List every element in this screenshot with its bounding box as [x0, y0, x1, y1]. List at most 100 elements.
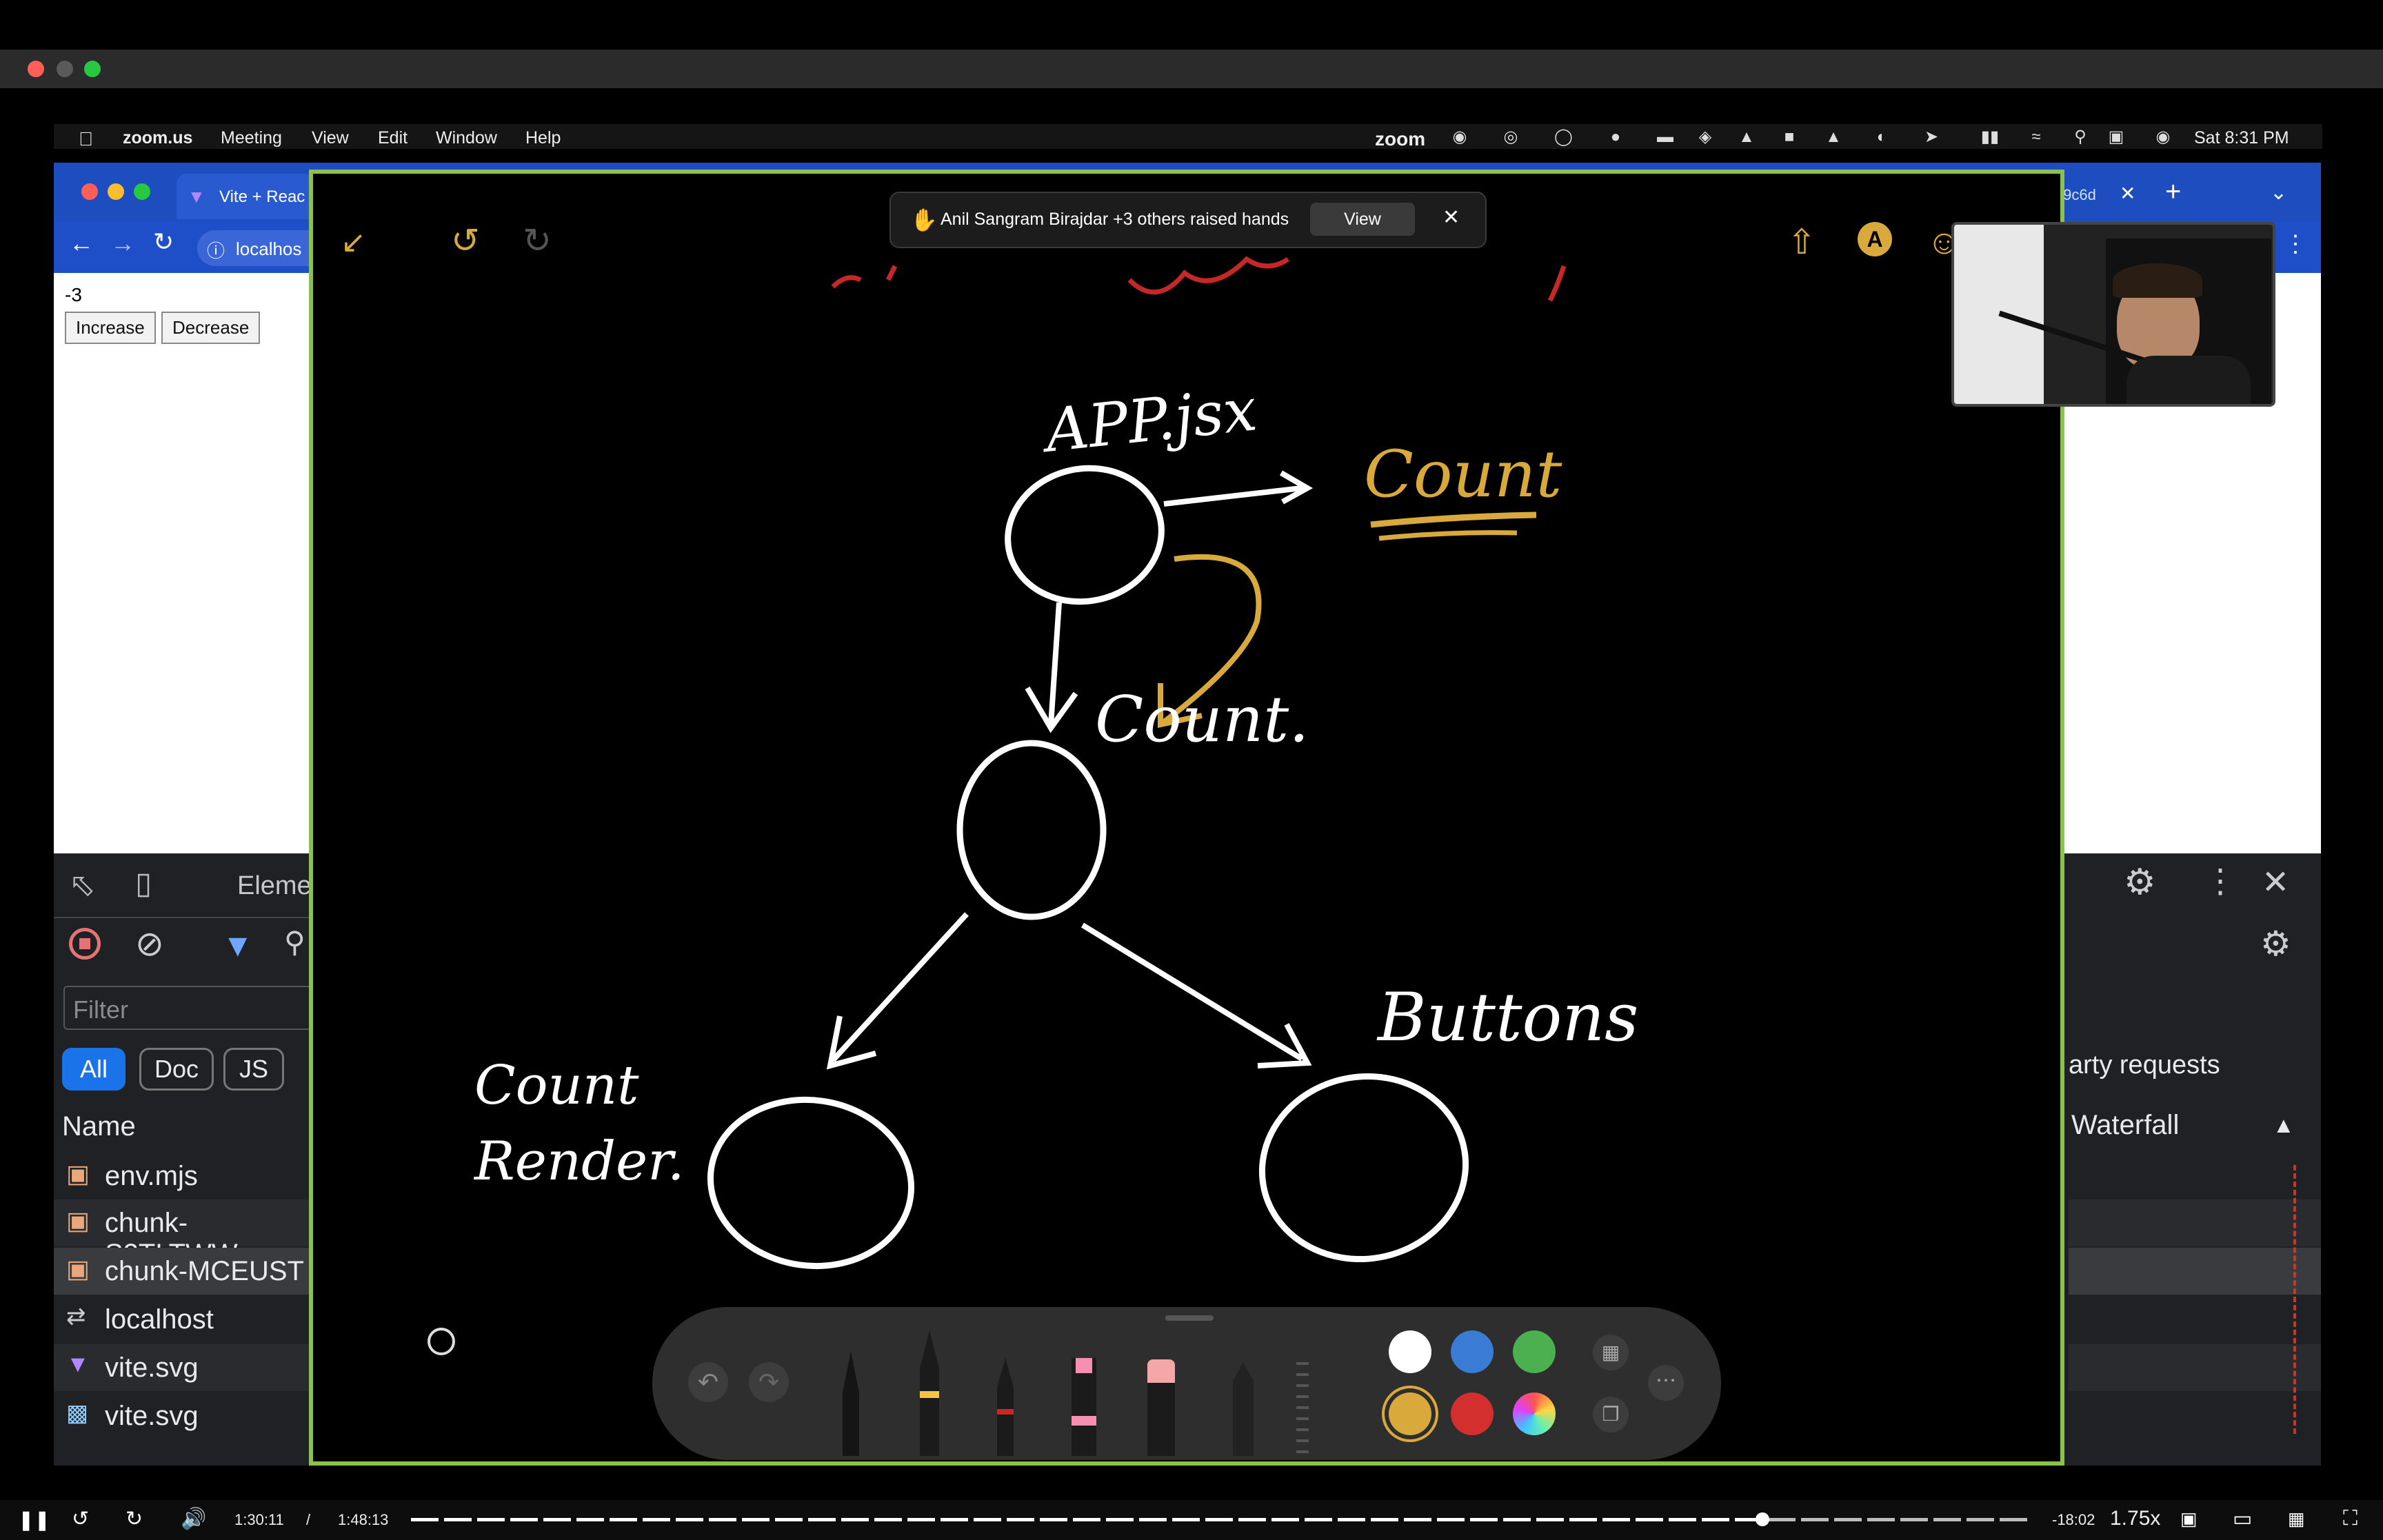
color-swatch-green[interactable] [1513, 1330, 1556, 1373]
network-row[interactable]: ▣ chunk-MCEUST [54, 1248, 309, 1295]
status-icon-2[interactable]: ◎ [1502, 128, 1520, 146]
network-settings-icon[interactable]: ⚙ [2260, 924, 2291, 964]
highlighter-tool-icon[interactable] [1072, 1358, 1096, 1456]
status-icon-3[interactable]: ◯ [1554, 128, 1573, 146]
progress-knob[interactable] [1755, 1512, 1769, 1526]
color-swatch-red[interactable] [1451, 1392, 1494, 1435]
view-raised-hands-button[interactable]: View [1310, 203, 1415, 236]
picture-in-picture-icon[interactable]: ▭ [2233, 1507, 2252, 1531]
browser-close-button[interactable] [81, 183, 98, 200]
elements-tab[interactable]: Eleme [237, 871, 312, 901]
name-column-header[interactable]: Name [62, 1111, 136, 1142]
forward-icon[interactable]: ↻ [125, 1507, 143, 1531]
forward-arrow-icon[interactable]: → [110, 229, 135, 258]
status-icon-10[interactable]: ◐ [1873, 128, 1891, 146]
toolbox-grabber[interactable] [1165, 1315, 1214, 1321]
minimize-window-button[interactable] [57, 61, 73, 77]
site-info-icon[interactable]: ⓘ [207, 237, 225, 263]
fullscreen-icon[interactable]: ⛶ [2343, 1507, 2357, 1530]
toolbox-redo-icon[interactable]: ↷ [749, 1362, 789, 1402]
menubar-clock[interactable]: Sat 8:31 PM [2194, 128, 2289, 148]
status-icon-1[interactable]: ◉ [1451, 128, 1469, 146]
network-row[interactable]: ▼ vite.svg [54, 1344, 309, 1391]
shapes-icon[interactable]: ❐ [1593, 1397, 1629, 1432]
clear-log-icon[interactable]: ⊘ [135, 924, 164, 964]
pencil-tool-icon[interactable] [1233, 1362, 1254, 1456]
search-icon[interactable]: ⚲ [284, 925, 305, 959]
browser-zoom-button[interactable] [134, 183, 150, 200]
filter-pill-js[interactable]: JS [223, 1048, 284, 1091]
toolbox-undo-icon[interactable]: ↶ [688, 1362, 728, 1402]
progress-track[interactable] [411, 1512, 2031, 1526]
reload-icon[interactable]: ↻ [153, 227, 174, 256]
wifi-icon[interactable]: ≈ [2027, 128, 2045, 146]
undo-icon[interactable]: ↺ [451, 221, 480, 261]
zoom-window-button[interactable] [84, 61, 101, 77]
menu-meeting[interactable]: Meeting [221, 128, 282, 148]
close-window-button[interactable] [28, 61, 44, 77]
menu-help[interactable]: Help [525, 128, 561, 148]
increase-button[interactable]: Increase [65, 312, 156, 344]
devtools-more-icon[interactable]: ⋮ [2204, 862, 2237, 900]
status-icon-7[interactable]: ▲ [1738, 128, 1756, 146]
status-icon-11[interactable]: ➤ [1922, 128, 1940, 146]
tab-right-title[interactable]: f9c6d [2059, 186, 2096, 204]
menu-app-name[interactable]: zoom.us [123, 128, 192, 148]
devtools-close-icon[interactable]: ✕ [2262, 863, 2289, 902]
menu-edit[interactable]: Edit [378, 128, 408, 148]
sort-ascending-icon[interactable]: ▲ [2273, 1113, 2295, 1138]
devtools-settings-icon[interactable]: ⚙ [2124, 862, 2156, 903]
color-picker-icon[interactable] [1513, 1392, 1556, 1435]
status-icon-6[interactable]: ◈ [1696, 128, 1714, 146]
record-stop-icon[interactable] [69, 928, 101, 960]
network-row[interactable]: ▣chunk-S2TLTWW [54, 1199, 309, 1269]
ruler-tool-icon[interactable] [1296, 1362, 1309, 1456]
more-tools-icon[interactable]: ⋯ [1648, 1365, 1684, 1401]
waterfall-column-header[interactable]: Waterfall [2071, 1110, 2179, 1141]
control-center-icon[interactable]: ▣ [2107, 128, 2125, 146]
back-arrow-icon[interactable]: ← [69, 229, 94, 258]
browser-menu-icon[interactable]: ⋮ [2284, 230, 2307, 258]
decrease-button[interactable]: Decrease [161, 312, 261, 344]
menu-view[interactable]: View [312, 128, 349, 148]
network-row[interactable]: ▣ env.mjs [54, 1153, 309, 1199]
color-swatch-white[interactable] [1389, 1330, 1431, 1373]
battery-icon[interactable]: ▮▮ [1975, 128, 2005, 146]
new-tab-button[interactable]: + [2165, 176, 2181, 207]
filter-pill-all[interactable]: All [62, 1048, 125, 1091]
filter-pill-doc[interactable]: Doc [139, 1048, 214, 1091]
volume-icon[interactable]: 🔊 [181, 1507, 206, 1531]
markup-icon[interactable]: A [1858, 222, 1892, 256]
device-toolbar-icon[interactable]: ▯ [135, 866, 152, 901]
captions-icon[interactable]: ▣ [2180, 1508, 2198, 1530]
tab-close-icon[interactable]: ✕ [2120, 182, 2135, 205]
share-icon[interactable]: ⇧ [1787, 222, 1816, 262]
hd-quality-icon[interactable]: ▦ [2288, 1508, 2305, 1530]
status-icon-8[interactable]: ■ [1780, 128, 1798, 146]
zoom-status-logo[interactable]: zoom [1375, 128, 1425, 150]
status-icon-5[interactable]: ▬ [1656, 128, 1674, 146]
filter-funnel-icon[interactable]: ▼ [222, 926, 254, 964]
color-swatch-blue[interactable] [1451, 1330, 1494, 1373]
presenter-video[interactable] [1951, 222, 2275, 407]
network-row[interactable]: ⇄ localhost [54, 1296, 309, 1343]
status-icon-4[interactable]: ● [1607, 128, 1625, 146]
siri-icon[interactable]: ◉ [2154, 128, 2172, 146]
text-box-icon[interactable]: ▦ [1593, 1335, 1629, 1370]
filter-input[interactable]: Filter [63, 986, 312, 1030]
collapse-icon[interactable]: ↙ [341, 225, 366, 260]
rewind-icon[interactable]: ↺ [72, 1507, 89, 1531]
color-swatch-yellow-selected[interactable] [1389, 1392, 1431, 1435]
browser-tab-active[interactable]: ▼ Vite + Reac [177, 174, 314, 219]
dismiss-notification-icon[interactable]: ✕ [1442, 205, 1460, 230]
inspect-element-icon[interactable]: ⬁ [69, 866, 96, 903]
tab-list-chevron-icon[interactable]: ⌄ [2270, 181, 2287, 205]
third-party-requests-label[interactable]: arty requests [2069, 1051, 2220, 1080]
apple-icon[interactable]:  [79, 128, 93, 150]
status-icon-9[interactable]: ▲ [1824, 128, 1842, 146]
menu-window[interactable]: Window [436, 128, 497, 148]
pause-icon[interactable]: ❚❚ [18, 1508, 50, 1531]
spotlight-search-icon[interactable]: ⚲ [2071, 128, 2089, 146]
redo-icon[interactable]: ↻ [523, 221, 552, 261]
browser-minimize-button[interactable] [108, 183, 124, 200]
